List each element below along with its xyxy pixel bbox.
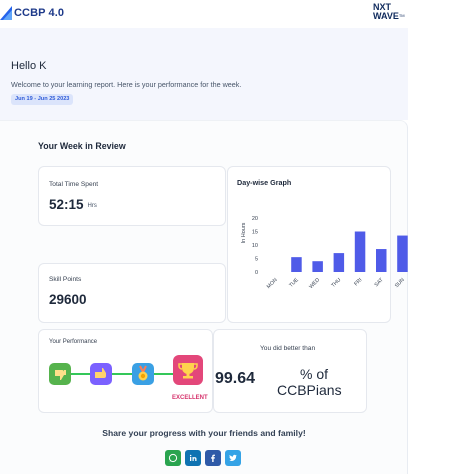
time-spent-card: Total Time Spent 52:15 Hrs <box>38 166 226 226</box>
whatsapp-share-button[interactable] <box>165 450 181 466</box>
performance-level: EXCELLENT <box>172 395 208 401</box>
bar-sun <box>397 235 408 272</box>
nxtwave-logo-tm: TM <box>398 12 405 18</box>
bar-tue <box>291 257 302 272</box>
x-tick-label: WED <box>308 277 321 290</box>
linkedin-share-button[interactable] <box>185 450 201 466</box>
section-title: Your Week in Review <box>38 141 126 151</box>
time-spent-unit: Hrs <box>87 203 97 209</box>
y-tick-label: 0 <box>255 270 258 276</box>
skill-points-value: 29600 <box>49 292 87 307</box>
bar-thu <box>333 253 345 272</box>
linkedin-icon <box>189 454 197 461</box>
facebook-icon <box>211 454 215 462</box>
x-tick-label: TUE <box>288 277 300 289</box>
whatsapp-icon <box>168 453 178 463</box>
share-text: Share your progress with your friends an… <box>102 428 306 438</box>
trophy-icon <box>173 355 203 385</box>
performance-card: Your Performance EXCELLENT <box>38 329 213 413</box>
y-tick-label: 10 <box>252 243 258 249</box>
time-spent-value-wrap: 52:15 Hrs <box>49 197 97 212</box>
graph-title: Day-wise Graph <box>237 178 292 187</box>
thumbs-down-icon <box>49 363 71 385</box>
top-bar: CCBP 4.0 NXT WAVETM <box>0 0 474 28</box>
performance-title: Your Performance <box>49 339 98 345</box>
time-spent-value: 52:15 <box>49 197 84 212</box>
x-tick-label: SUN <box>394 277 406 289</box>
nxtwave-logo[interactable]: NXT WAVETM <box>373 3 411 20</box>
hero-banner <box>0 28 408 120</box>
day-wise-bar-chart: In Hours 0 5 10 15 20 MON TUE WED THU FRI SAT SUN <box>241 216 408 290</box>
medal-icon <box>132 363 154 385</box>
y-tick-label: 15 <box>252 230 258 236</box>
comparison-card: You did better than 99.64 % of CCBPians <box>213 329 367 413</box>
x-tick-label: MON <box>266 277 279 290</box>
comparison-label: You did better than <box>260 345 316 352</box>
comparison-percent: % of <box>300 366 329 382</box>
x-tick-label: SAT <box>374 277 386 289</box>
twitter-share-button[interactable] <box>225 450 241 466</box>
comparison-value: 99.64 <box>215 370 256 387</box>
ccbp-logo[interactable]: CCBP 4.0 <box>0 6 64 20</box>
comparison-unit: CCBPians <box>277 382 342 398</box>
skill-points-card: Skill Points 29600 <box>38 263 226 323</box>
x-tick-label: FRI <box>353 277 363 287</box>
time-spent-label: Total Time Spent <box>49 181 99 188</box>
bar-sat <box>376 249 387 272</box>
ccbp-logo-icon <box>0 6 12 20</box>
facebook-share-button[interactable] <box>205 450 221 466</box>
date-range-chip: Jun 19 - Jun 25 2023 <box>11 94 74 105</box>
bar-fri <box>354 231 366 272</box>
bar-wed <box>312 261 323 272</box>
y-tick-label: 20 <box>252 216 258 222</box>
y-tick-label: 5 <box>255 257 258 263</box>
welcome-text: Welcome to your learning report. Here is… <box>11 80 242 89</box>
ccbp-logo-text: CCBP 4.0 <box>14 7 65 19</box>
thumbs-up-icon <box>90 363 112 385</box>
chart-y-axis-label: In Hours <box>241 222 247 243</box>
twitter-icon <box>229 454 237 461</box>
greeting: Hello K <box>11 60 47 72</box>
x-tick-label: THU <box>330 277 342 289</box>
skill-points-label: Skill Points <box>49 276 82 283</box>
nxtwave-logo-line2: WAVE <box>373 10 399 21</box>
